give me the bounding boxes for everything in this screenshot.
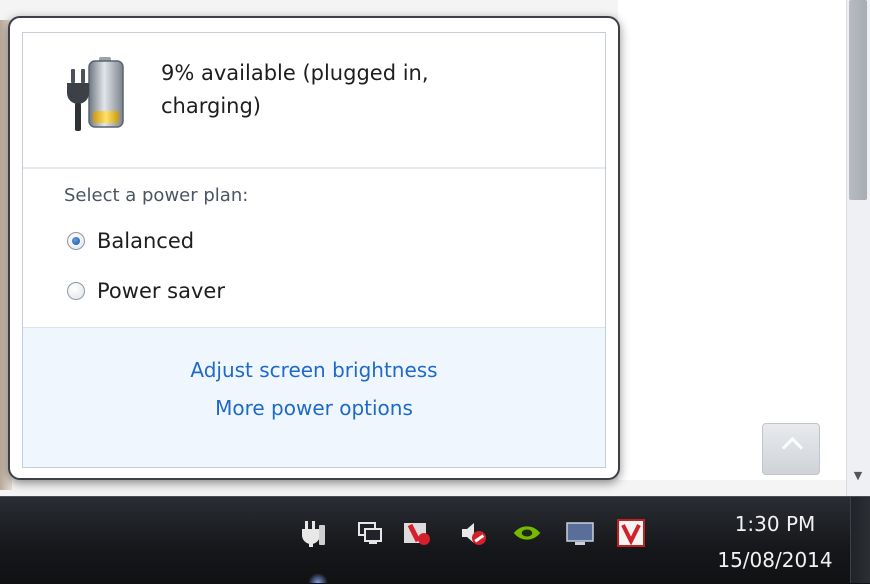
power-plan-heading: Select a power plan: [64,185,249,206]
radio-button-balanced[interactable] [67,232,85,250]
antivirus-icon[interactable] [402,518,432,548]
radio-button-power-saver[interactable] [67,282,85,300]
battery-popup-panel: 9% available (plugged in, charging) Sele… [22,32,606,468]
show-desktop-button[interactable] [850,497,870,583]
battery-charging-icon [67,57,124,131]
battery-status-line-2: charging) [161,94,261,118]
show-hidden-icons-button[interactable] [762,423,820,475]
clock-time[interactable]: 1:30 PM [700,512,850,536]
power-plan-option-power-saver[interactable]: Power saver [67,277,225,305]
network-icon[interactable] [355,518,385,548]
active-indicator [308,573,328,583]
nvidia-icon[interactable] [512,518,542,548]
v-app-icon[interactable] [616,518,646,548]
background-content-area [618,0,846,480]
adjust-brightness-link[interactable]: Adjust screen brightness [23,358,605,382]
scrollbar-thumb[interactable] [849,0,867,200]
scroll-down-arrow-icon[interactable]: ▼ [852,470,864,482]
battery-status-line-1: 9% available (plugged in, [161,61,429,85]
power-plan-label-balanced: Balanced [97,229,195,253]
clock-date[interactable]: 15/08/2014 [700,548,850,572]
volume-muted-icon[interactable] [458,518,488,548]
power-links-section: Adjust screen brightness More power opti… [23,327,605,467]
chevron-up-icon [781,436,804,459]
power-plan-label-power-saver: Power saver [97,279,225,303]
battery-status-section: 9% available (plugged in, charging) [23,33,605,169]
power-icon[interactable] [298,518,328,548]
battery-status-text: 9% available (plugged in, charging) [161,57,561,123]
power-plan-option-balanced[interactable]: Balanced [67,227,194,255]
display-icon[interactable] [565,518,595,548]
more-power-options-link[interactable]: More power options [23,396,605,420]
battery-popup: 9% available (plugged in, charging) Sele… [8,16,620,480]
